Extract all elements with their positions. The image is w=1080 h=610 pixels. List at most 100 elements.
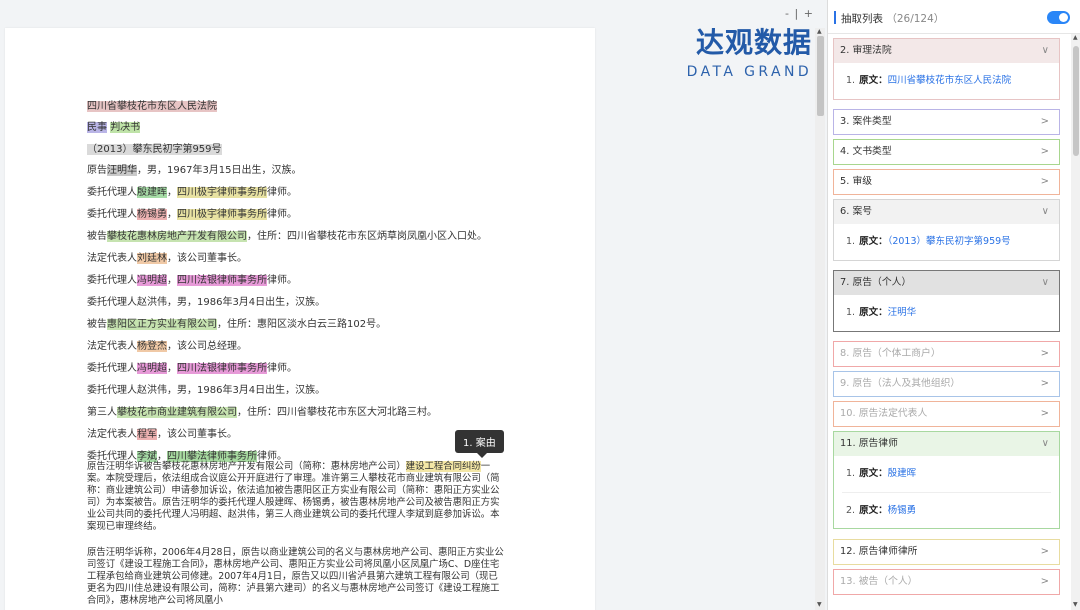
chevron-down-icon[interactable]: ∨ xyxy=(1042,39,1049,63)
card-header[interactable]: 13. 被告（个人） > xyxy=(834,570,1059,594)
card-header[interactable]: 8. 原告（个体工商户） > xyxy=(834,342,1059,366)
viewer-scrollbar[interactable]: ▲ ▼ xyxy=(815,28,825,610)
case-cause-entity[interactable]: 建设工程合同纠纷 xyxy=(405,461,481,472)
card-header[interactable]: 4. 文书类型 > xyxy=(834,140,1059,164)
scroll-down-icon[interactable]: ▼ xyxy=(1073,601,1078,608)
entity-highlight[interactable]: 攀枝花市商业建筑有限公司 xyxy=(117,407,237,418)
card-header[interactable]: 10. 原告法定代表人 > xyxy=(834,402,1059,426)
extraction-card: 11. 原告律师 ∨ 1. 原文：殷建晖 2. 原文：杨锡勇 xyxy=(833,431,1060,529)
entity-highlight[interactable]: 刘廷林 xyxy=(137,253,167,264)
extraction-card: 5. 审级 > xyxy=(833,169,1060,195)
scroll-thumb[interactable] xyxy=(817,36,824,116)
extraction-card: 10. 原告法定代表人 > xyxy=(833,401,1060,427)
chevron-right-icon[interactable]: > xyxy=(1041,140,1049,164)
extraction-card: 6. 案号 ∨ 1. 原文：（2013）攀东民初字第959号 xyxy=(833,199,1060,261)
court-line: 四川省攀枝花市东区人民法院 xyxy=(87,100,217,114)
item-index: 2. xyxy=(846,505,856,516)
party-line: 委托代理人殷建晖，四川极宇律师事务所律师。 xyxy=(87,186,297,200)
line-text: 委托代理人赵洪伟，男，1986年3月4日出生，汉族。 xyxy=(87,385,326,396)
extraction-card: 9. 原告（法人及其他组织） > xyxy=(833,371,1060,397)
item-key: 原文： xyxy=(859,505,888,516)
entity-highlight[interactable]: 杨登杰 xyxy=(137,341,167,352)
card-label: 5. 审级 xyxy=(840,176,873,187)
line-text: 委托代理人 xyxy=(87,187,137,198)
doc-type-entity[interactable]: 判决书 xyxy=(110,122,141,133)
party-line: 委托代理人冯明超，四川法银律师事务所律师。 xyxy=(87,274,297,288)
entity-highlight[interactable]: 殷建晖 xyxy=(137,187,167,198)
line-text: 法定代表人 xyxy=(87,253,137,264)
case-no-entity[interactable]: （2013）攀东民初字第959号 xyxy=(87,144,222,155)
line-text: ，住所：四川省攀枝花市东区大河北路三村。 xyxy=(237,407,437,418)
chevron-right-icon[interactable]: > xyxy=(1041,170,1049,194)
law-firm-highlight[interactable]: 四川极宇律师事务所 xyxy=(177,209,267,220)
party-line: 法定代表人程军，该公司董事长。 xyxy=(87,428,237,442)
chevron-right-icon[interactable]: > xyxy=(1041,402,1049,426)
entity-highlight[interactable]: 冯明超 xyxy=(137,275,167,286)
extraction-card: 7. 原告（个人） ∨ 1. 原文：汪明华 xyxy=(833,270,1060,332)
case-type-entity[interactable]: 民事 xyxy=(87,122,107,133)
entity-highlight[interactable]: 冯明超 xyxy=(137,363,167,374)
card-header[interactable]: 11. 原告律师 ∨ xyxy=(834,432,1059,456)
zoom-out-button[interactable]: - xyxy=(785,7,790,20)
card-label: 7. 原告（个人） xyxy=(840,277,912,288)
scroll-up-icon[interactable]: ▲ xyxy=(1073,34,1078,41)
line-text: 法定代表人 xyxy=(87,341,137,352)
chevron-right-icon[interactable]: > xyxy=(1041,540,1049,564)
paragraph-1-pre: 原告汪明华诉被告攀枝花惠林房地产开发有限公司（简称：惠林房地产公司） xyxy=(87,461,406,472)
entity-tooltip: 1. 案由 xyxy=(455,430,504,458)
chevron-down-icon[interactable]: ∨ xyxy=(1042,200,1049,224)
card-label: 3. 案件类型 xyxy=(840,116,892,127)
item-value-link[interactable]: 殷建晖 xyxy=(888,468,917,479)
line-text: ， xyxy=(167,275,177,286)
paragraph-1: 原告汪明华诉被告攀枝花惠林房地产开发有限公司（简称：惠林房地产公司）建设工程合同… xyxy=(87,461,507,533)
chevron-down-icon[interactable]: ∨ xyxy=(1042,271,1049,295)
card-label: 9. 原告（法人及其他组织） xyxy=(840,378,961,389)
line-text: 委托代理人赵洪伟，男，1986年3月4日出生，汉族。 xyxy=(87,297,326,308)
line-text: ，住所：惠阳区淡水白云三路102号。 xyxy=(217,319,387,330)
entity-highlight[interactable]: 程军 xyxy=(137,429,157,440)
chevron-right-icon[interactable]: > xyxy=(1041,372,1049,396)
item-value-link[interactable]: （2013）攀东民初字第959号 xyxy=(888,236,1011,247)
line-text: 原告 xyxy=(87,165,107,176)
party-line: 委托代理人杨锡勇，四川极宇律师事务所律师。 xyxy=(87,208,297,222)
card-header[interactable]: 6. 案号 ∨ xyxy=(834,200,1059,224)
party-line: 委托代理人赵洪伟，男，1986年3月4日出生，汉族。 xyxy=(87,384,325,398)
court-entity[interactable]: 四川省攀枝花市东区人民法院 xyxy=(87,101,217,112)
law-firm-highlight[interactable]: 四川法银律师事务所 xyxy=(177,275,267,286)
toggle-switch-icon[interactable] xyxy=(1047,11,1070,24)
extraction-card: 3. 案件类型 > xyxy=(833,109,1060,135)
item-index: 1. xyxy=(846,75,856,86)
chevron-right-icon[interactable]: > xyxy=(1041,110,1049,134)
card-label: 12. 原告律师律所 xyxy=(840,546,918,557)
chevron-right-icon[interactable]: > xyxy=(1041,570,1049,594)
panel-scroll-thumb[interactable] xyxy=(1073,46,1079,156)
line-text: ，该公司董事长。 xyxy=(167,253,247,264)
item-value-link[interactable]: 四川省攀枝花市东区人民法院 xyxy=(888,75,1012,86)
item-value-link[interactable]: 汪明华 xyxy=(888,307,917,318)
zoom-in-button[interactable]: + xyxy=(804,7,814,20)
item-value-link[interactable]: 杨锡勇 xyxy=(888,505,917,516)
line-text: 委托代理人 xyxy=(87,209,137,220)
card-header[interactable]: 5. 审级 > xyxy=(834,170,1059,194)
law-firm-highlight[interactable]: 四川法银律师事务所 xyxy=(177,363,267,374)
entity-highlight[interactable]: 汪明华 xyxy=(107,165,137,176)
extraction-card: 12. 原告律师律所 > xyxy=(833,539,1060,565)
scroll-down-icon[interactable]: ▼ xyxy=(817,601,822,608)
scroll-up-icon[interactable]: ▲ xyxy=(817,28,822,35)
entity-highlight[interactable]: 攀枝花惠林房地产开发有限公司 xyxy=(107,231,247,242)
card-header[interactable]: 9. 原告（法人及其他组织） > xyxy=(834,372,1059,396)
chevron-right-icon[interactable]: > xyxy=(1041,342,1049,366)
extraction-panel: 抽取列表 （26/124） 2. 审理法院 ∨ 1. 原文：四川省攀枝花市东区人民法院… xyxy=(827,0,1080,610)
panel-scrollbar[interactable]: ▲ ▼ xyxy=(1071,34,1080,610)
case-no-line: （2013）攀东民初字第959号 xyxy=(87,143,222,157)
chevron-down-icon[interactable]: ∨ xyxy=(1042,432,1049,456)
card-header[interactable]: 2. 审理法院 ∨ xyxy=(834,39,1059,63)
card-header[interactable]: 3. 案件类型 > xyxy=(834,110,1059,134)
card-header[interactable]: 7. 原告（个人） ∨ xyxy=(834,271,1059,295)
law-firm-highlight[interactable]: 四川极宇律师事务所 xyxy=(177,187,267,198)
card-header[interactable]: 12. 原告律师律所 > xyxy=(834,540,1059,564)
entity-highlight[interactable]: 杨锡勇 xyxy=(137,209,167,220)
party-line: 被告惠阳区正方实业有限公司，住所：惠阳区淡水白云三路102号。 xyxy=(87,318,386,332)
entity-highlight[interactable]: 惠阳区正方实业有限公司 xyxy=(107,319,217,330)
doc-type-line: 民事 判决书 xyxy=(87,121,141,135)
